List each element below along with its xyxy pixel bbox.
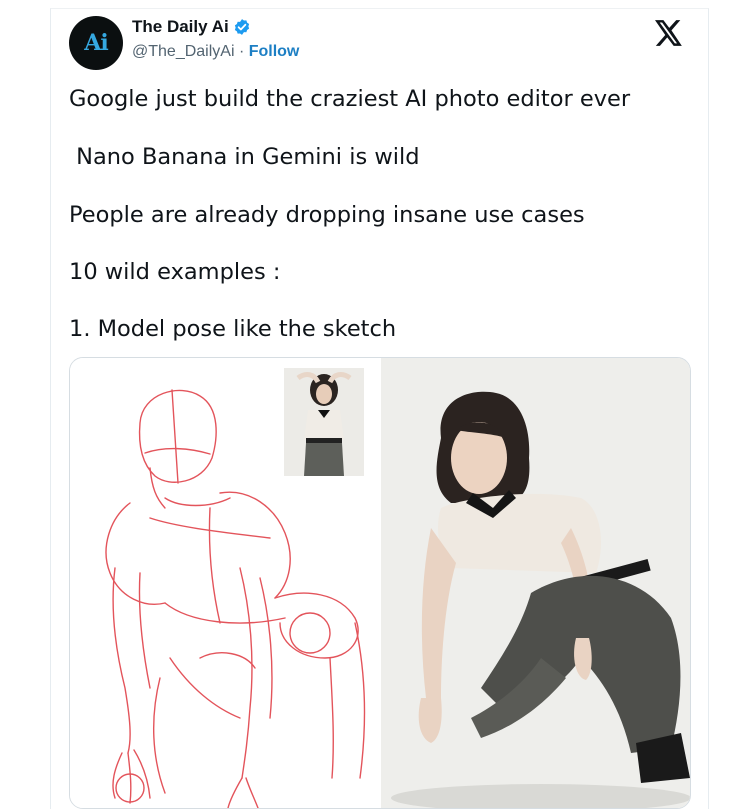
author-handle[interactable]: @The_DailyAi (132, 43, 235, 60)
tweet-text-line-3: People are already dropping insane use c… (69, 202, 585, 228)
tweet-text-line-1: Google just build the craziest AI photo … (69, 86, 631, 112)
author-name-row[interactable]: The Daily Ai (132, 17, 251, 37)
avatar-logo-text: Ai (84, 30, 108, 56)
verified-badge-icon (234, 19, 249, 35)
separator-dot: · (234, 43, 249, 60)
tweet-header: Ai The Daily Ai @The_DailyAi · Follow (69, 14, 709, 74)
model-photo-drawing (381, 358, 690, 808)
reference-photo-thumbnail (284, 368, 364, 476)
tweet-text-line-2: Nano Banana in Gemini is wild (69, 144, 420, 170)
avatar[interactable]: Ai (69, 16, 123, 70)
x-logo-icon[interactable] (655, 20, 683, 46)
tweet-media[interactable] (69, 357, 691, 809)
reference-photo-drawing (284, 368, 364, 476)
author-name[interactable]: The Daily Ai (132, 17, 229, 37)
generated-model-photo[interactable] (381, 358, 690, 808)
follow-link[interactable]: Follow (249, 43, 300, 60)
handle-row: @The_DailyAi · Follow (132, 43, 299, 61)
pose-sketch-image[interactable] (70, 358, 380, 808)
tweet-text-line-4: 10 wild examples : (69, 259, 281, 285)
tweet-text-line-5: 1. Model pose like the sketch (69, 316, 397, 342)
